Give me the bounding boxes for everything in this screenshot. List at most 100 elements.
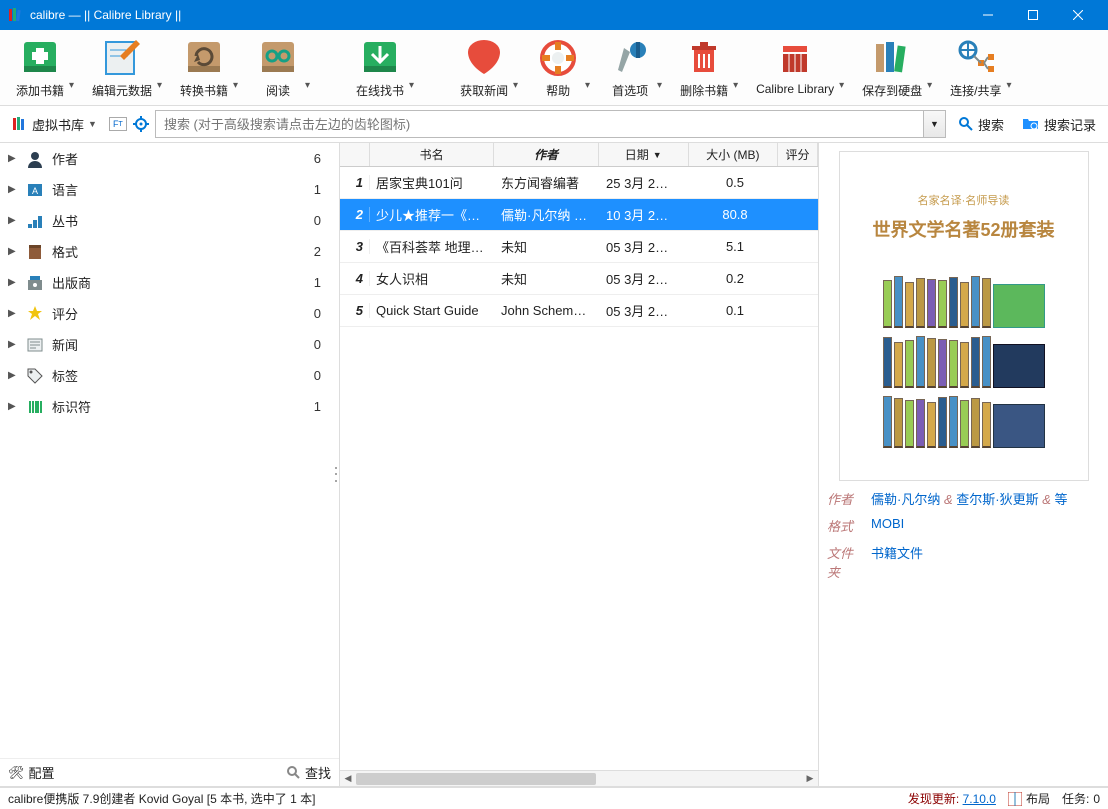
expand-icon: ▶	[8, 401, 18, 412]
sidebar-item-rating[interactable]: ▶评分0	[0, 298, 339, 329]
chevron-down-icon: ▼	[930, 119, 939, 129]
edit-meta-icon	[100, 36, 144, 80]
titlebar: calibre — || Calibre Library ||	[0, 0, 1108, 30]
toolbar-find-online[interactable]: 在线找书▾	[346, 34, 414, 101]
cell-index: 1	[340, 175, 370, 190]
book-list: 书名 作者 日期▼ 大小 (MB) 评分 1居家宝典101问东方闻睿编著25 3…	[340, 143, 818, 786]
column-header-date[interactable]: 日期▼	[599, 143, 689, 166]
author-icon	[26, 150, 44, 168]
minimize-button[interactable]	[965, 0, 1010, 30]
table-row[interactable]: 2少儿★推荐一《…儒勒·凡尔纳 &…10 3月 2…80.8	[340, 199, 818, 231]
toolbar-convert[interactable]: 转换书籍▾	[170, 34, 238, 101]
expand-icon: ▶	[8, 215, 18, 226]
toolbar-label: 添加书籍	[16, 82, 64, 99]
toolbar-library[interactable]: Calibre Library▾	[746, 34, 844, 101]
find-label: 查找	[305, 763, 331, 782]
tag-browser: ▶作者6▶A语言1▶丛书0▶格式2▶出版商1▶评分0▶新闻0▶标签0▶标识符1 …	[0, 143, 340, 786]
author-link[interactable]: 等	[1055, 492, 1068, 507]
toolbar-save-disk[interactable]: 保存到硬盘▾	[852, 34, 932, 101]
search-history-button[interactable]: 搜索记录	[1016, 113, 1102, 136]
cell-size: 5.1	[690, 239, 780, 254]
toolbar-fetch-news[interactable]: 获取新闻▾	[450, 34, 518, 101]
column-header-rating[interactable]: 评分	[778, 143, 818, 166]
format-label: 格式	[827, 516, 865, 535]
update-version-link[interactable]: 7.10.0	[963, 792, 996, 806]
sidebar-item-count: 0	[314, 337, 331, 352]
chevron-down-icon: ▾	[305, 80, 310, 91]
chevron-down-icon: ▾	[585, 80, 590, 91]
layout-button[interactable]: 布局	[1008, 790, 1050, 807]
format-link[interactable]: MOBI	[871, 516, 904, 531]
toolbar-label: 转换书籍	[180, 82, 228, 99]
scroll-right-button[interactable]: ▶	[802, 771, 818, 786]
maximize-button[interactable]	[1010, 0, 1055, 30]
table-row[interactable]: 1居家宝典101问东方闻睿编著25 3月 2…0.5	[340, 167, 818, 199]
sidebar-item-series[interactable]: ▶丛书0	[0, 205, 339, 236]
cover-image[interactable]: 名家名译·名师导读 世界文学名著52册套装	[839, 151, 1089, 481]
column-header-title[interactable]: 书名	[370, 143, 494, 166]
sidebar-item-count: 0	[314, 368, 331, 383]
layout-icon	[1008, 792, 1022, 806]
author-links: 儒勒·凡尔纳 & 查尔斯·狄更斯 & 等	[871, 489, 1068, 508]
help-icon	[536, 36, 580, 80]
virtual-library-label: 虚拟书库	[32, 115, 84, 134]
sidebar-item-format[interactable]: ▶格式2	[0, 236, 339, 267]
sidebar-item-tags[interactable]: ▶标签0	[0, 360, 339, 391]
cover-subtitle: 名家名译·名师导读	[918, 192, 1010, 208]
jobs-indicator[interactable]: 任务: 0	[1062, 790, 1100, 807]
horizontal-scrollbar[interactable]: ◀ ▶	[340, 770, 818, 786]
update-notice[interactable]: 发现更新: 7.10.0	[908, 790, 996, 807]
folder-label: 文件夹	[827, 543, 865, 581]
toolbar-delete[interactable]: 删除书籍▾	[670, 34, 738, 101]
sidebar-item-lang[interactable]: ▶A语言1	[0, 174, 339, 205]
search-button[interactable]: 搜索	[952, 113, 1010, 136]
chevron-down-icon: ▾	[513, 80, 518, 91]
author-link[interactable]: 儒勒·凡尔纳	[871, 492, 940, 507]
table-row[interactable]: 5Quick Start GuideJohn Schem…05 3月 2…0.1	[340, 295, 818, 327]
fulltext-search-button[interactable]: FT	[109, 117, 127, 131]
column-header-index[interactable]	[340, 143, 370, 166]
column-header-size[interactable]: 大小 (MB)	[689, 143, 779, 166]
cell-date: 05 3月 2…	[600, 301, 690, 320]
toolbar-label: 删除书籍	[680, 82, 728, 99]
splitter-handle[interactable]	[335, 465, 341, 485]
column-header-author[interactable]: 作者	[494, 143, 599, 166]
toolbar-view[interactable]: 阅读▾	[246, 34, 310, 101]
search-icon	[287, 766, 301, 780]
toolbar-prefs[interactable]: 首选项▾	[598, 34, 662, 101]
toolbar-label: 帮助	[546, 82, 570, 99]
cover-art	[883, 262, 1045, 460]
folder-search-icon	[1022, 116, 1040, 132]
search-input[interactable]	[155, 110, 924, 138]
view-icon	[256, 36, 300, 80]
table-row[interactable]: 4女人识相未知05 3月 2…0.2	[340, 263, 818, 295]
sidebar-item-count: 1	[314, 182, 331, 197]
toolbar-help[interactable]: 帮助 ▾	[526, 34, 590, 101]
folder-link[interactable]: 书籍文件	[871, 546, 923, 561]
advanced-search-gear-icon[interactable]	[133, 116, 149, 132]
sidebar-item-author[interactable]: ▶作者6	[0, 143, 339, 174]
cell-title: Quick Start Guide	[370, 303, 495, 318]
sidebar-item-count: 1	[314, 275, 331, 290]
scroll-left-button[interactable]: ◀	[340, 771, 356, 786]
find-button[interactable]: 查找	[287, 763, 331, 782]
close-button[interactable]	[1055, 0, 1100, 30]
toolbar-add-books[interactable]: 添加书籍▾	[6, 34, 74, 101]
search-dropdown-button[interactable]: ▼	[924, 110, 946, 138]
format-icon	[26, 243, 44, 261]
sidebar-item-ids[interactable]: ▶标识符1	[0, 391, 339, 422]
sidebar-item-news[interactable]: ▶新闻0	[0, 329, 339, 360]
author-link[interactable]: 查尔斯·狄更斯	[956, 492, 1038, 507]
sidebar-item-publisher[interactable]: ▶出版商1	[0, 267, 339, 298]
sidebar-item-label: 评分	[52, 304, 306, 323]
toolbar-edit-meta[interactable]: 编辑元数据▾	[82, 34, 162, 101]
configure-button[interactable]: 🛠 配置	[8, 763, 55, 782]
table-row[interactable]: 3《百科荟萃 地理…未知05 3月 2…5.1	[340, 231, 818, 263]
sidebar-item-label: 出版商	[52, 273, 306, 292]
main-toolbar: 添加书籍▾编辑元数据▾转换书籍▾阅读▾在线找书▾获取新闻▾帮助▾首选项▾删除书籍…	[0, 30, 1108, 106]
expand-icon: ▶	[8, 246, 18, 257]
toolbar-connect[interactable]: 连接/共享▾	[940, 34, 1011, 101]
virtual-library-button[interactable]: 虚拟书库 ▼	[6, 113, 103, 136]
rating-icon	[26, 305, 44, 323]
status-bar: calibre便携版 7.9创建者 Kovid Goyal [5 本书, 选中了…	[0, 787, 1108, 809]
